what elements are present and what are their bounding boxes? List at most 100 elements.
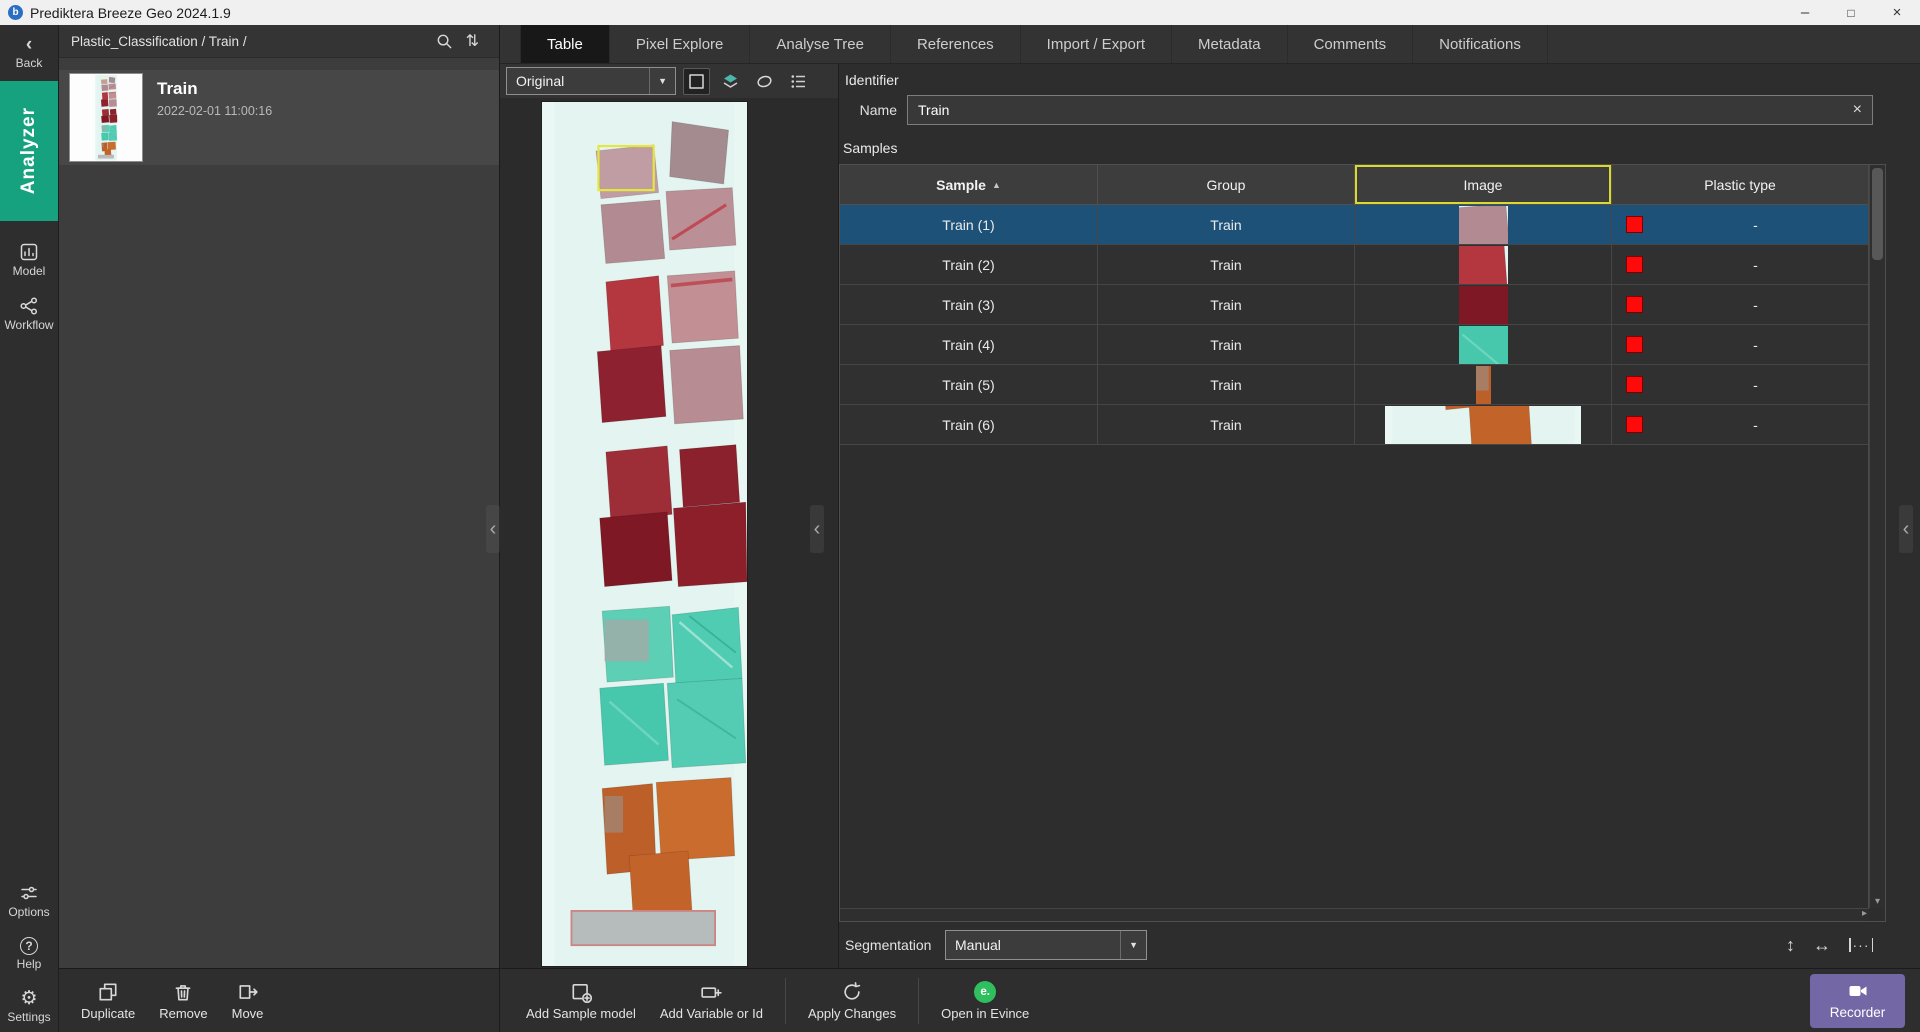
tab-analyse-tree[interactable]: Analyse Tree <box>750 25 891 63</box>
refresh-icon <box>841 981 863 1003</box>
column-header-image[interactable]: Image <box>1355 165 1612 204</box>
name-input[interactable]: Train × <box>907 95 1873 125</box>
column-width-icon[interactable]: ··· <box>1849 937 1873 953</box>
group-cell: Train <box>1098 405 1355 444</box>
plastic-type-value: - <box>1643 377 1868 393</box>
list-view-button[interactable] <box>785 68 812 95</box>
layers-button[interactable] <box>717 68 744 95</box>
select-region-button[interactable] <box>683 68 710 95</box>
maximize-button[interactable]: □ <box>1828 0 1874 25</box>
duplicate-button[interactable]: Duplicate <box>81 981 135 1021</box>
workflow-label: Workflow <box>4 318 53 332</box>
sample-header-label: Sample <box>936 177 986 193</box>
minimize-button[interactable]: – <box>1782 0 1828 25</box>
plastic-type-value: - <box>1643 297 1868 313</box>
content-actions-bar: Add Sample model Add Variable or Id <box>500 968 1920 1032</box>
list-item-text: Train 2022-02-01 11:00:16 <box>157 70 272 118</box>
collapse-right-handle[interactable]: ‹ <box>1899 505 1913 553</box>
back-label: Back <box>16 56 43 70</box>
table-row[interactable]: Train (6) Train - <box>840 405 1868 445</box>
video-camera-icon <box>1847 981 1869 1001</box>
plastic-color-swatch[interactable] <box>1626 376 1643 393</box>
image-mode-select[interactable]: Original ▼ <box>506 67 676 95</box>
sliders-icon <box>19 883 39 903</box>
tab-references[interactable]: References <box>891 25 1021 63</box>
plastic-color-swatch[interactable] <box>1626 336 1643 353</box>
scan-image[interactable] <box>542 102 747 966</box>
plastic-color-swatch[interactable] <box>1626 216 1643 233</box>
sidebar-item-model[interactable]: Model <box>13 242 46 278</box>
open-evince-button[interactable]: e. Open in Evince <box>941 981 1029 1021</box>
table-row[interactable]: Train (3) Train - <box>840 285 1868 325</box>
sample-cell: Train (5) <box>840 365 1098 404</box>
column-header-sample[interactable]: Sample ▲ <box>840 165 1098 204</box>
tab-comments[interactable]: Comments <box>1288 25 1414 63</box>
tab-notifications[interactable]: Notifications <box>1413 25 1548 63</box>
open-evince-label: Open in Evince <box>941 1006 1029 1021</box>
breadcrumb[interactable]: Plastic_Classification / Train / <box>71 34 247 49</box>
table-row[interactable]: Train (2) Train - <box>840 245 1868 285</box>
collapse-browser-handle[interactable]: ‹ <box>486 505 500 553</box>
fit-controls: ↕ ↔ ··· <box>1786 935 1873 956</box>
plastic-color-swatch[interactable] <box>1626 416 1643 433</box>
list-item-title: Train <box>157 79 272 99</box>
apply-changes-button[interactable]: Apply Changes <box>808 981 896 1021</box>
content-area: Table Pixel Explore Analyse Tree Referen… <box>500 25 1920 1032</box>
collapse-viewer-handle[interactable]: ‹ <box>810 505 824 553</box>
viewer-canvas[interactable] <box>500 98 838 968</box>
remove-button[interactable]: Remove <box>159 981 207 1021</box>
image-cell <box>1355 205 1612 244</box>
help-button[interactable]: ? Help <box>17 937 42 971</box>
measurement-list: Train 2022-02-01 11:00:16 <box>59 58 499 968</box>
fit-height-icon[interactable]: ↕ <box>1786 935 1795 956</box>
options-button[interactable]: Options <box>8 883 49 919</box>
sidebar-item-workflow[interactable]: Workflow <box>4 296 53 332</box>
model-icon <box>19 242 39 262</box>
column-header-group[interactable]: Group <box>1098 165 1355 204</box>
tab-bar: Table Pixel Explore Analyse Tree Referen… <box>500 25 1920 64</box>
plastic-type-cell: - <box>1612 365 1868 404</box>
sort-icon[interactable]: ⇅ <box>466 31 479 51</box>
square-icon <box>687 72 706 91</box>
plastic-color-swatch[interactable] <box>1626 296 1643 313</box>
content-body: Original ▼ <box>500 64 1920 968</box>
tab-table[interactable]: Table <box>520 25 610 63</box>
list-item-train[interactable]: Train 2022-02-01 11:00:16 <box>59 70 499 165</box>
scrollbar-thumb[interactable] <box>1872 168 1883 260</box>
back-button[interactable]: ‹ Back <box>16 35 43 70</box>
tab-metadata[interactable]: Metadata <box>1172 25 1288 63</box>
horizontal-scrollbar[interactable]: ▸ <box>840 908 1869 921</box>
sort-ascending-icon: ▲ <box>992 180 1001 190</box>
vertical-scrollbar[interactable]: ▾ <box>1869 165 1885 908</box>
samples-section-label: Samples <box>843 140 1920 156</box>
table-row[interactable]: Train (5) Train - <box>840 365 1868 405</box>
segmentation-select[interactable]: Manual ▼ <box>945 930 1147 960</box>
add-sample-model-button[interactable]: Add Sample model <box>526 981 636 1021</box>
tab-import-export[interactable]: Import / Export <box>1021 25 1172 63</box>
image-cell <box>1355 245 1612 284</box>
close-button[interactable]: × <box>1874 0 1920 25</box>
name-input-value: Train <box>918 102 1845 118</box>
fit-width-icon[interactable]: ↔ <box>1813 935 1831 956</box>
tab-pixel-explore[interactable]: Pixel Explore <box>610 25 751 63</box>
move-button[interactable]: Move <box>232 981 264 1021</box>
trash-icon <box>172 981 194 1003</box>
browser-panel: Plastic_Classification / Train / ⇅ Train <box>59 25 500 1032</box>
table-row[interactable]: Train (1) Train - <box>840 205 1868 245</box>
back-icon: ‹ <box>26 35 32 54</box>
table-row[interactable]: Train (4) Train - <box>840 325 1868 365</box>
sample-thumbnail <box>1459 206 1508 244</box>
clear-name-icon[interactable]: × <box>1845 101 1862 119</box>
recorder-button[interactable]: Recorder <box>1810 974 1905 1028</box>
scroll-down-icon[interactable]: ▾ <box>1870 896 1885 907</box>
column-header-plastic-type[interactable]: Plastic type <box>1612 165 1868 204</box>
add-variable-label: Add Variable or Id <box>660 1006 763 1021</box>
settings-button[interactable]: ⚙ Settings <box>7 989 50 1024</box>
add-variable-button[interactable]: Add Variable or Id <box>660 981 763 1021</box>
scroll-right-icon[interactable]: ▸ <box>1862 908 1867 919</box>
sample-thumbnail <box>1459 326 1508 364</box>
search-icon[interactable] <box>435 32 454 51</box>
duplicate-label: Duplicate <box>81 1006 135 1021</box>
plastic-color-swatch[interactable] <box>1626 256 1643 273</box>
contour-button[interactable] <box>751 68 778 95</box>
